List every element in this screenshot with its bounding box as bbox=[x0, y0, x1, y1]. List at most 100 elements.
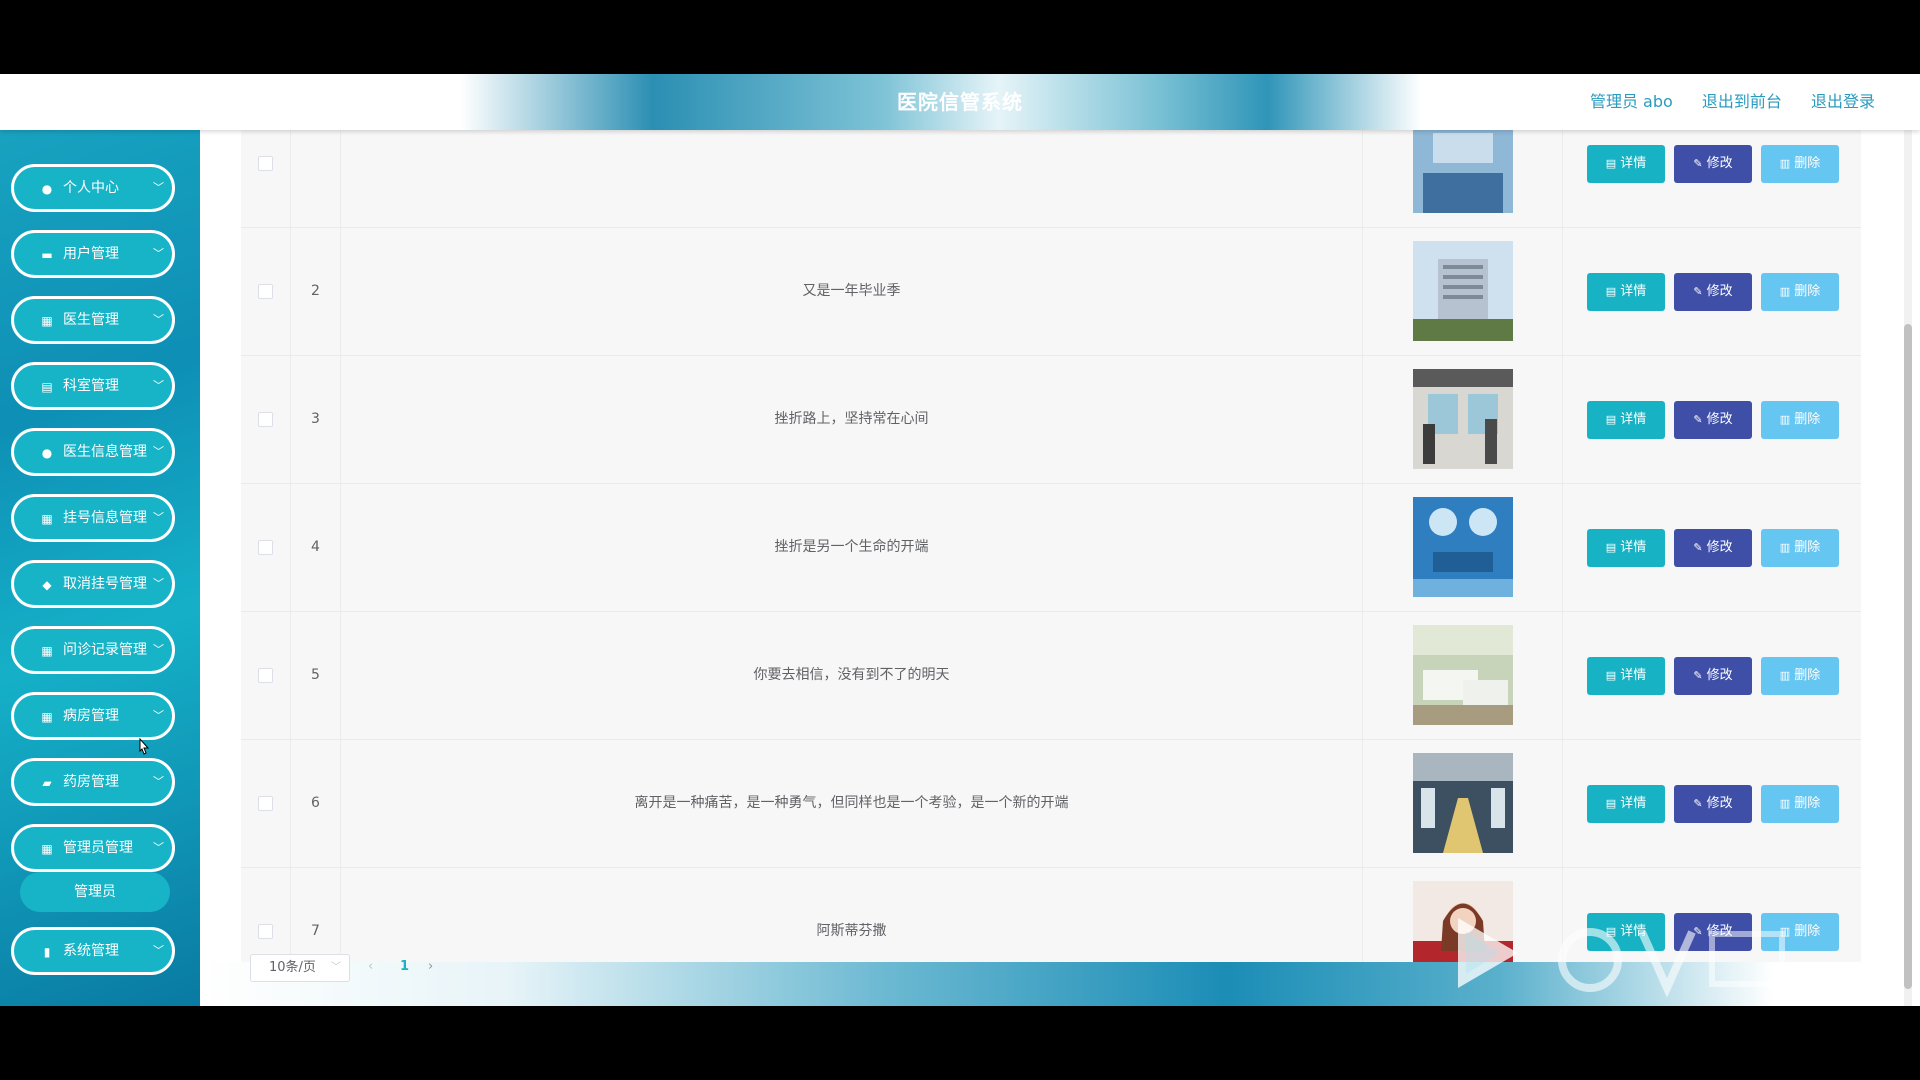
sidebar-item-label: 取消挂号管理 bbox=[63, 576, 147, 592]
actions-cell: ▤ 详情 ✎ 修改 ▥ 删除 bbox=[1563, 740, 1861, 867]
sidebar-item-label: 挂号信息管理 bbox=[63, 510, 147, 526]
edit-button[interactable]: ✎ 修改 bbox=[1674, 401, 1752, 439]
delete-button[interactable]: ▥ 删除 bbox=[1761, 529, 1839, 567]
pencil-icon: ✎ bbox=[1693, 157, 1703, 170]
detail-button[interactable]: ▤ 详情 bbox=[1587, 529, 1665, 567]
top-header: 医院信管系统 管理员 abo 退出到前台 退出登录 bbox=[0, 74, 1920, 130]
row-thumbnail[interactable] bbox=[1413, 241, 1513, 341]
data-table: ▤ 详情 ✎ 修改 ▥ 删除 2 又是一年毕业季 ▤ 详情 ✎ 修改 ▥ 删除 3 挫折路上，坚持常在心间 ▤ 详… bbox=[241, 130, 1861, 996]
scrollbar-thumb[interactable] bbox=[1904, 324, 1912, 989]
detail-button-label: 详情 bbox=[1620, 540, 1647, 555]
chevron-down-icon: ﹀ bbox=[153, 841, 164, 854]
sidebar-item-system-management[interactable]: ▮ 系统管理 ﹀ bbox=[11, 927, 175, 975]
sidebar-item-registration-info[interactable]: ▦ 挂号信息管理 ﹀ bbox=[11, 494, 175, 542]
row-checkbox[interactable] bbox=[258, 924, 273, 939]
page-size-select[interactable]: 10条/页 ﹀ bbox=[250, 954, 350, 982]
detail-button-label: 详情 bbox=[1620, 668, 1647, 683]
detail-button[interactable]: ▤ 详情 bbox=[1587, 785, 1665, 823]
main-content: ▤ 详情 ✎ 修改 ▥ 删除 2 又是一年毕业季 ▤ 详情 ✎ 修改 ▥ 删除 3 挫折路上，坚持常在心间 ▤ 详… bbox=[200, 130, 1910, 1006]
current-user-label[interactable]: 管理员 abo bbox=[1590, 92, 1673, 111]
row-thumbnail[interactable] bbox=[1413, 130, 1513, 213]
delete-button[interactable]: ▥ 删除 bbox=[1761, 401, 1839, 439]
app-window: 医院信管系统 管理员 abo 退出到前台 退出登录 ● 个人中心 ﹀ ▬ 用户管… bbox=[0, 74, 1920, 1006]
exit-to-front-link[interactable]: 退出到前台 bbox=[1702, 92, 1782, 111]
sidebar-item-ward-management[interactable]: ▦ 病房管理 ﹀ bbox=[11, 692, 175, 740]
table-row: 6 离开是一种痛苦，是一种勇气，但同样也是一个考验，是一个新的开端 ▤ 详情 ✎ 修改 ▥ 删… bbox=[241, 740, 1861, 868]
row-checkbox[interactable] bbox=[258, 284, 273, 299]
sidebar-item-label: 科室管理 bbox=[63, 378, 119, 394]
row-thumbnail[interactable] bbox=[1413, 753, 1513, 853]
page-number-current[interactable]: 1 bbox=[400, 954, 409, 980]
sidebar-item-pharmacy-management[interactable]: ▰ 药房管理 ﹀ bbox=[11, 758, 175, 806]
edit-button[interactable]: ✎ 修改 bbox=[1674, 529, 1752, 567]
grid-icon: ▦ bbox=[41, 314, 53, 328]
document-icon: ▤ bbox=[1605, 669, 1617, 682]
document-icon: ▤ bbox=[1605, 285, 1617, 298]
sidebar-item-department-management[interactable]: ▤ 科室管理 ﹀ bbox=[11, 362, 175, 410]
sidebar-subitem-admin[interactable]: 管理员 bbox=[20, 872, 170, 912]
sidebar-item-cancel-registration[interactable]: ◆ 取消挂号管理 ﹀ bbox=[11, 560, 175, 608]
checkbox-cell bbox=[241, 130, 291, 227]
actions-cell: ▤ 详情 ✎ 修改 ▥ 删除 bbox=[1563, 130, 1861, 227]
trash-icon: ▥ bbox=[1779, 157, 1791, 170]
prev-page-button[interactable]: ‹ bbox=[368, 954, 373, 980]
table-row: 5 你要去相信，没有到不了的明天 ▤ 详情 ✎ 修改 ▥ 删除 bbox=[241, 612, 1861, 740]
trash-icon: ▥ bbox=[1779, 669, 1791, 682]
chevron-down-icon: ﹀ bbox=[153, 775, 164, 788]
sidebar-item-user-management[interactable]: ▬ 用户管理 ﹀ bbox=[11, 230, 175, 278]
pencil-icon: ✎ bbox=[1693, 413, 1703, 426]
detail-button[interactable]: ▤ 详情 bbox=[1587, 273, 1665, 311]
chevron-down-icon: ﹀ bbox=[153, 643, 164, 656]
user-icon: ● bbox=[41, 446, 53, 460]
edit-button[interactable]: ✎ 修改 bbox=[1674, 273, 1752, 311]
chevron-down-icon: ﹀ bbox=[153, 445, 164, 458]
row-checkbox[interactable] bbox=[258, 796, 273, 811]
row-thumbnail[interactable] bbox=[1413, 497, 1513, 597]
video-watermark bbox=[1458, 918, 1785, 998]
sidebar-item-label: 问诊记录管理 bbox=[63, 642, 147, 658]
image-cell bbox=[1363, 228, 1563, 355]
row-index: 6 bbox=[291, 740, 341, 867]
sidebar-item-doctor-info[interactable]: ● 医生信息管理 ﹀ bbox=[11, 428, 175, 476]
delete-button[interactable]: ▥ 删除 bbox=[1761, 657, 1839, 695]
row-thumbnail[interactable] bbox=[1413, 625, 1513, 725]
edit-button-label: 修改 bbox=[1706, 156, 1733, 171]
vertical-scrollbar[interactable] bbox=[1904, 74, 1912, 1006]
row-checkbox[interactable] bbox=[258, 412, 273, 427]
delete-button[interactable]: ▥ 删除 bbox=[1761, 273, 1839, 311]
edit-button[interactable]: ✎ 修改 bbox=[1674, 785, 1752, 823]
checkbox-cell bbox=[241, 228, 291, 355]
chevron-down-icon: ﹀ bbox=[153, 379, 164, 392]
sidebar-item-consultation-records[interactable]: ▦ 问诊记录管理 ﹀ bbox=[11, 626, 175, 674]
chevron-down-icon: ﹀ bbox=[153, 577, 164, 590]
delete-button-label: 删除 bbox=[1794, 284, 1821, 299]
row-checkbox[interactable] bbox=[258, 156, 273, 171]
sidebar-item-label: 管理员管理 bbox=[63, 840, 133, 856]
sidebar-item-label: 系统管理 bbox=[63, 943, 119, 959]
detail-button[interactable]: ▤ 详情 bbox=[1587, 657, 1665, 695]
logout-link[interactable]: 退出登录 bbox=[1811, 92, 1875, 111]
edit-button[interactable]: ✎ 修改 bbox=[1674, 657, 1752, 695]
table-row: 2 又是一年毕业季 ▤ 详情 ✎ 修改 ▥ 删除 bbox=[241, 228, 1861, 356]
table-row: ▤ 详情 ✎ 修改 ▥ 删除 bbox=[241, 130, 1861, 228]
row-thumbnail[interactable] bbox=[1413, 369, 1513, 469]
checkbox-cell bbox=[241, 484, 291, 611]
next-page-button[interactable]: › bbox=[428, 954, 433, 980]
sidebar-item-admin-management[interactable]: ▦ 管理员管理 ﹀ bbox=[11, 824, 175, 872]
actions-cell: ▤ 详情 ✎ 修改 ▥ 删除 bbox=[1563, 484, 1861, 611]
delete-button[interactable]: ▥ 删除 bbox=[1761, 785, 1839, 823]
edit-button[interactable]: ✎ 修改 bbox=[1674, 145, 1752, 183]
delete-button[interactable]: ▥ 删除 bbox=[1761, 145, 1839, 183]
sidebar-item-doctor-management[interactable]: ▦ 医生管理 ﹀ bbox=[11, 296, 175, 344]
checkbox-cell bbox=[241, 356, 291, 483]
row-checkbox[interactable] bbox=[258, 668, 273, 683]
page-size-value: 10条/页 bbox=[269, 960, 316, 975]
sidebar-item-label: 病房管理 bbox=[63, 708, 119, 724]
detail-button[interactable]: ▤ 详情 bbox=[1587, 145, 1665, 183]
detail-button[interactable]: ▤ 详情 bbox=[1587, 401, 1665, 439]
row-index: 5 bbox=[291, 612, 341, 739]
row-checkbox[interactable] bbox=[258, 540, 273, 555]
pencil-icon: ✎ bbox=[1693, 797, 1703, 810]
sidebar-item-personal-center[interactable]: ● 个人中心 ﹀ bbox=[11, 164, 175, 212]
grid-icon: ▦ bbox=[41, 644, 53, 658]
